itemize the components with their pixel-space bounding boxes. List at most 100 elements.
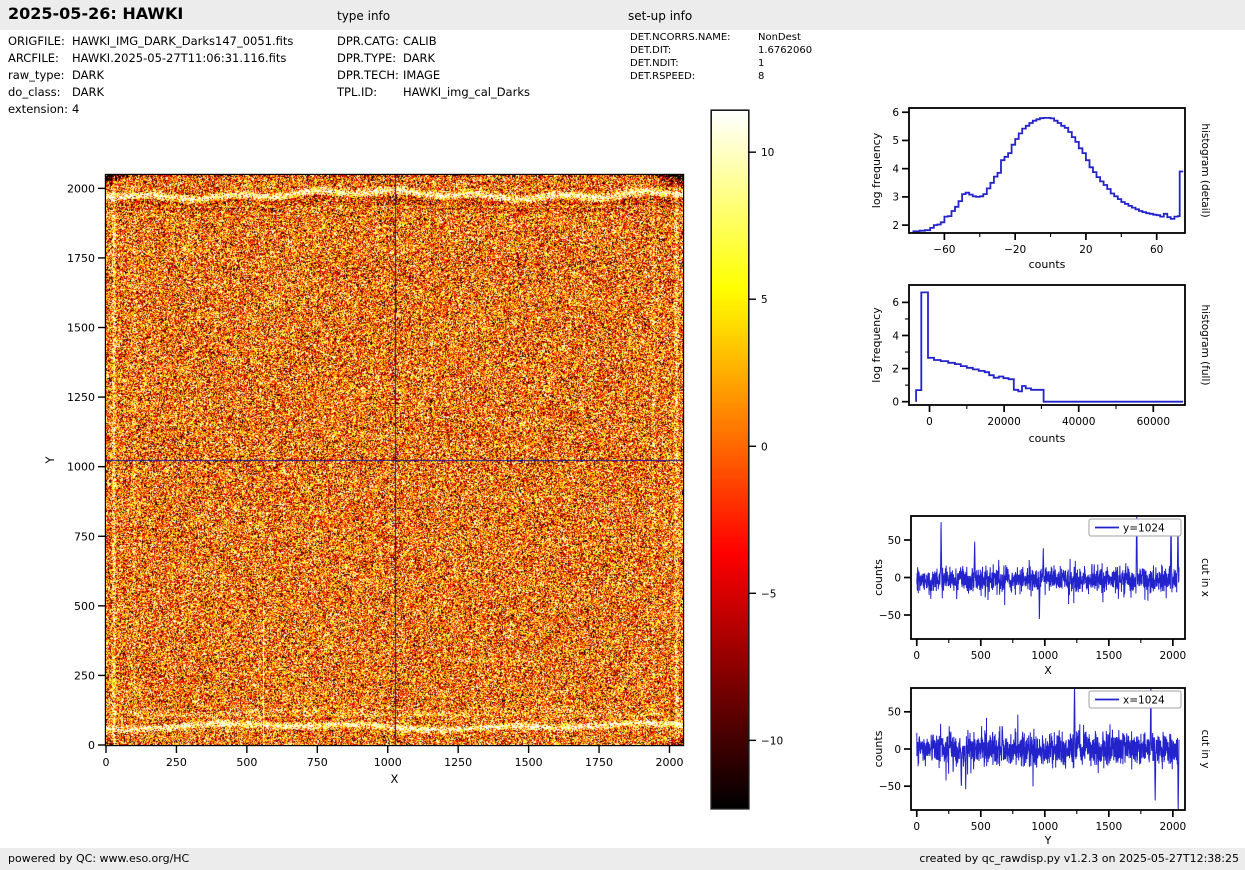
info-row: extension:4 xyxy=(8,101,293,118)
axes-border xyxy=(909,108,1185,233)
x-tick-label: 2000 xyxy=(655,756,683,769)
info-row: DET.RSPEED:8 xyxy=(630,70,812,83)
info-row: ORIGFILE:HAWKI_IMG_DARK_Darks147_0051.fi… xyxy=(8,33,293,50)
cut-in-y-plot: 0500100015002000−50050Ycountscut in yx=1… xyxy=(860,680,1245,850)
y-tick-label: −50 xyxy=(879,781,901,793)
y-tick-label: 1000 xyxy=(67,461,95,474)
legend-box xyxy=(1089,691,1181,708)
info-value: DARK xyxy=(403,51,435,65)
y-tick-label: 6 xyxy=(892,297,899,309)
type-info-block: DPR.CATG:CALIB DPR.TYPE:DARK DPR.TECH:IM… xyxy=(337,33,530,101)
axes-border xyxy=(911,688,1185,810)
axes-border xyxy=(909,285,1185,405)
legend-label: y=1024 xyxy=(1123,523,1165,535)
footer-bar: powered by QC: www.eso.org/HC created by… xyxy=(0,848,1245,870)
x-tick-label: 0 xyxy=(926,416,933,428)
legend-box xyxy=(1089,519,1181,536)
info-row: DET.NDIT:1 xyxy=(630,57,812,70)
info-row: do_class:DARK xyxy=(8,84,293,101)
x-tick-label: 20000 xyxy=(987,416,1020,428)
colorbar-tick-label: 0 xyxy=(761,441,768,453)
x-tick-label: 2000 xyxy=(1159,650,1186,662)
x-tick-label: 1000 xyxy=(1031,650,1058,662)
y-tick-label: 1500 xyxy=(67,322,95,335)
x-tick-label: 1500 xyxy=(515,756,543,769)
info-label: DPR.TYPE: xyxy=(337,50,403,67)
data-line xyxy=(917,688,1179,810)
x-tick-label: 1000 xyxy=(374,756,402,769)
colorbar-tick-label: −10 xyxy=(761,735,783,747)
info-value: 1 xyxy=(758,58,764,69)
x-tick-label: 500 xyxy=(971,650,991,662)
colorbar xyxy=(712,111,748,808)
x-tick-label: 500 xyxy=(971,821,991,833)
colorbar-tick-label: 5 xyxy=(761,294,768,306)
colorbar-tick-label: −5 xyxy=(761,588,776,600)
data-line xyxy=(917,517,1179,620)
y-tick-label: 2 xyxy=(892,220,899,232)
y-tick-label: 5 xyxy=(892,135,899,147)
y-tick-label: −50 xyxy=(879,610,901,622)
x-tick-label: 0 xyxy=(913,821,920,833)
y-tick-label: 0 xyxy=(892,396,899,408)
plot-side-label: cut in x xyxy=(1199,558,1211,597)
y-tick-label: 1750 xyxy=(67,252,95,265)
info-label: DET.NDIT: xyxy=(630,57,758,70)
axes-ticks: 0500100015002000−50050 xyxy=(879,707,1186,833)
x-tick-label: −20 xyxy=(1004,244,1026,256)
cut-in-x-plot: 0500100015002000−50050Xcountscut in xy=1… xyxy=(860,508,1245,682)
x-tick-label: 2000 xyxy=(1159,821,1186,833)
info-label: DPR.CATG: xyxy=(337,33,403,50)
info-row: raw_type:DARK xyxy=(8,67,293,84)
info-row: DPR.CATG:CALIB xyxy=(337,33,530,50)
axes-border xyxy=(911,516,1185,639)
axes-ticks: 02000040000600000246 xyxy=(892,297,1170,428)
info-value: CALIB xyxy=(403,34,437,48)
info-label: DET.RSPEED: xyxy=(630,70,758,83)
y-tick-label: 3 xyxy=(892,192,899,204)
plot-ylabel: counts xyxy=(872,730,885,767)
legend-label: x=1024 xyxy=(1123,695,1165,707)
info-label: extension: xyxy=(8,101,72,118)
type-info-header: type info xyxy=(337,9,390,23)
x-tick-label: 0 xyxy=(913,650,920,662)
x-tick-label: −60 xyxy=(933,244,955,256)
y-tick-label: 0 xyxy=(894,744,901,756)
image-ylabel: Y xyxy=(43,456,57,465)
info-row: ARCFILE:HAWKI.2025-05-27T11:06:31.116.fi… xyxy=(8,50,293,67)
info-value: HAWKI_img_cal_Darks xyxy=(403,85,530,99)
info-value: 4 xyxy=(72,102,79,116)
info-label: DET.DIT: xyxy=(630,44,758,57)
info-label: ORIGFILE: xyxy=(8,33,72,50)
info-label: ARCFILE: xyxy=(8,50,72,67)
header-bar: 2025-05-26: HAWKI type info set-up info xyxy=(0,0,1245,30)
plot-side-label: cut in y xyxy=(1199,729,1211,768)
info-row: DPR.TYPE:DARK xyxy=(337,50,530,67)
x-tick-label: 250 xyxy=(166,756,187,769)
info-value: DARK xyxy=(72,85,104,99)
plot-ylabel: counts xyxy=(872,559,885,596)
axes-ticks: 0500100015002000−50050 xyxy=(879,535,1186,662)
dark-frame-image xyxy=(106,175,683,745)
y-tick-label: 750 xyxy=(74,530,95,543)
info-label: do_class: xyxy=(8,84,72,101)
histogram-full-plot: 02000040000600000246countslog frequencyh… xyxy=(860,278,1245,452)
info-value: HAWKI_IMG_DARK_Darks147_0051.fits xyxy=(72,34,293,48)
info-row: DET.NCORRS.NAME:NonDest xyxy=(630,31,812,44)
plot-xlabel: Y xyxy=(1044,834,1052,847)
histogram-detail-plot: −60−20206023456countslog frequencyhistog… xyxy=(860,95,1245,287)
info-label: TPL.ID: xyxy=(337,84,403,101)
x-tick-label: 1500 xyxy=(1095,821,1122,833)
info-label: DET.NCORRS.NAME: xyxy=(630,31,758,44)
info-row: TPL.ID:HAWKI_img_cal_Darks xyxy=(337,84,530,101)
x-tick-label: 1750 xyxy=(585,756,613,769)
image-xlabel: X xyxy=(391,772,399,786)
info-label: raw_type: xyxy=(8,67,72,84)
x-tick-label: 750 xyxy=(307,756,328,769)
x-tick-label: 40000 xyxy=(1062,416,1095,428)
info-row: DET.DIT:1.6762060 xyxy=(630,44,812,57)
legend: y=1024 xyxy=(1089,519,1181,536)
y-tick-label: 250 xyxy=(74,669,95,682)
y-tick-label: 2 xyxy=(892,363,899,375)
y-tick-label: 500 xyxy=(74,600,95,613)
